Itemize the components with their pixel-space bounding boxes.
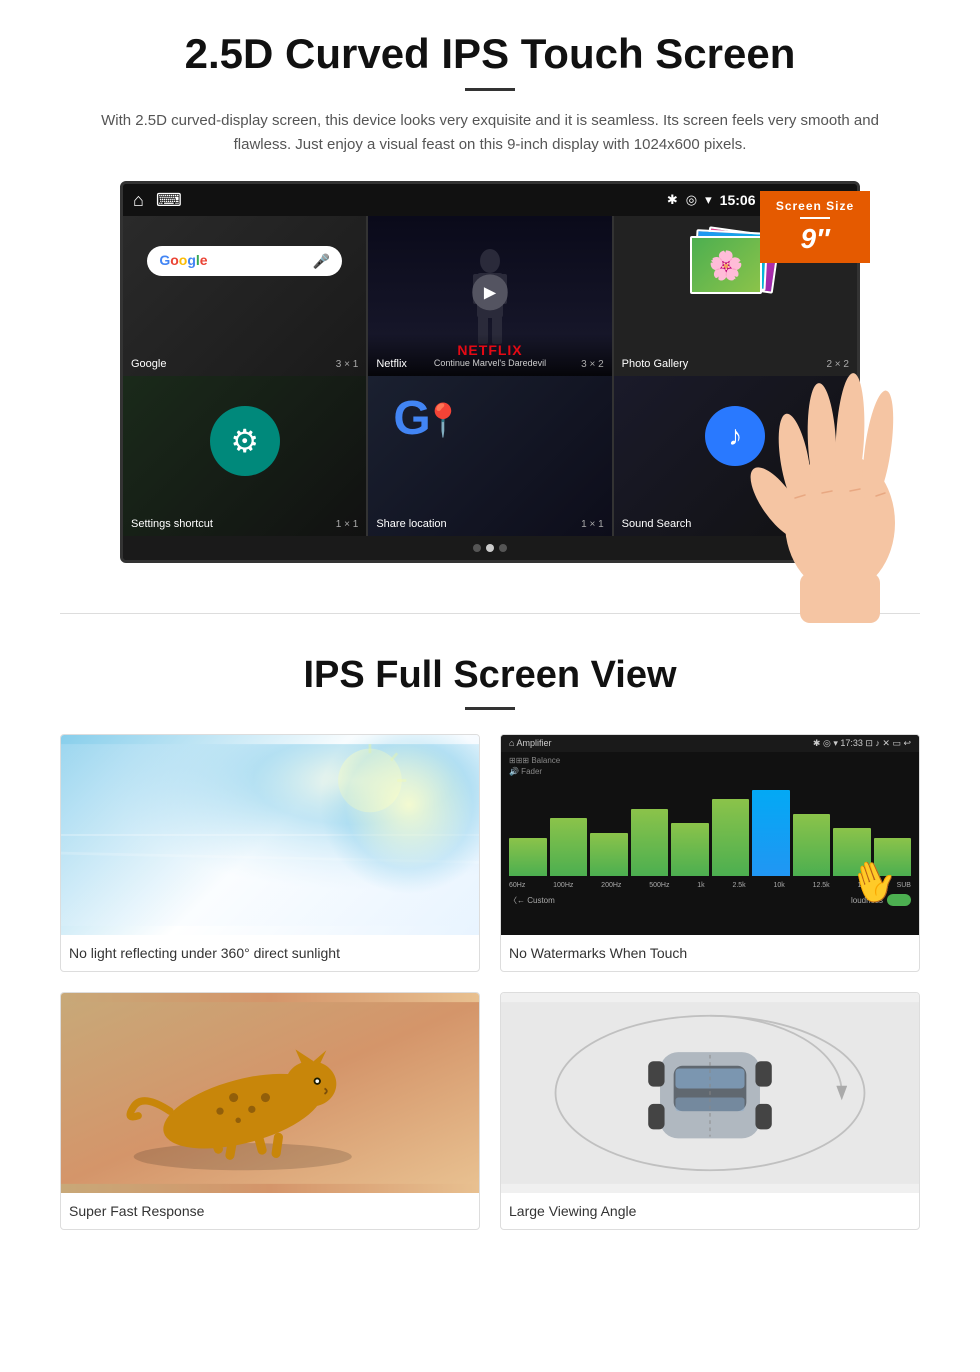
section-ips: IPS Full Screen View [0,644,980,1250]
amp-labels: ⊞⊞⊞ Balance 🔊 Fader [509,756,560,776]
netflix-size: 3 × 2 [581,359,604,370]
google-label: Google [131,358,166,370]
flower-icon: 🌸 [692,238,760,292]
home-icon[interactable]: ⌂ [133,190,144,211]
badge-size: 9″ [770,223,860,255]
car-image [501,993,919,1193]
section-curved-screen: 2.5D Curved IPS Touch Screen With 2.5D c… [0,0,980,583]
dot-2[interactable] [486,544,494,552]
status-time: 15:06 [720,192,756,208]
share-size: 1 × 1 [581,519,604,530]
badge-label: Screen Size [770,199,860,213]
dot-3[interactable] [499,544,507,552]
google-content: Google 🎤 [123,216,366,276]
app-cell-netflix[interactable]: ▶ NETFLIX Continue Marvel's Daredevil Ne… [368,216,611,376]
hand-svg [740,323,940,623]
eq-bar-6 [712,799,750,876]
netflix-logo: NETFLIX [376,342,603,358]
car-svg [501,993,919,1193]
status-bar: ⌂ ⌨ ✱ ◎ ▾ 15:06 ⊡ ♪ ✕ ▭ ↩ [123,184,857,216]
location-icon: ◎ [686,192,697,208]
google-search-bar[interactable]: Google 🎤 [147,246,342,276]
eq-bar-7 [752,790,790,876]
eq-bar-8 [793,814,831,876]
amp-controls: ⊞⊞⊞ Balance 🔊 Fader [501,752,919,780]
sound-label: Sound Search [622,518,692,530]
app-cell-settings[interactable]: ⚙ Settings shortcut 1 × 1 [123,376,366,536]
screen-size-badge: Screen Size 9″ [760,191,870,263]
watermarks-label: No Watermarks When Touch [501,935,919,971]
eq-bar-4 [631,809,669,876]
app-cell-share[interactable]: G 📍 Share location 1 × 1 [368,376,611,536]
usb-icon: ⌨ [156,190,182,211]
status-left: ⌂ ⌨ [133,190,182,211]
eq-bar-3 [590,833,628,876]
maps-pin-icon: 📍 [423,401,463,439]
feature-watermarks: ⌂ Amplifier ✱ ◎ ▾ 17:33 ⊡ ♪ ✕ ▭ ↩ ⊞⊞⊞ Ba… [500,734,920,972]
title-underline [465,88,515,91]
google-logo: Google [159,252,207,270]
cheetah-image [61,993,479,1193]
settings-icon-circle: ⚙ [210,406,280,476]
gallery-label: Photo Gallery [622,358,689,370]
amp-time: ✱ ◎ ▾ 17:33 ⊡ ♪ ✕ ▭ ↩ [813,738,911,749]
gear-icon: ⚙ [230,422,259,460]
eq-bar-2 [550,818,588,876]
netflix-label: Netflix [376,358,407,370]
mic-icon: 🎤 [313,253,330,270]
section2-title: IPS Full Screen View [60,654,920,697]
play-button[interactable]: ▶ [472,274,508,310]
settings-size: 1 × 1 [336,519,359,530]
eq-bar-5 [671,823,709,876]
eq-bar-1 [509,838,547,876]
feature-viewing-angle: Large Viewing Angle [500,992,920,1230]
hand-overlay [740,323,940,603]
feature-fast: Super Fast Response [60,992,480,1230]
amplifier-image: ⌂ Amplifier ✱ ◎ ▾ 17:33 ⊡ ♪ ✕ ▭ ↩ ⊞⊞⊞ Ba… [501,735,919,935]
section1-title: 2.5D Curved IPS Touch Screen [60,30,920,78]
feature-sunlight: No light reflecting under 360° direct su… [60,734,480,972]
share-label: Share location [376,518,446,530]
gallery-card-3: 🌸 [690,236,762,294]
wifi-icon: ▾ [705,192,712,208]
dot-1[interactable] [473,544,481,552]
amp-home: ⌂ Amplifier [509,738,551,749]
sunlight-label: No light reflecting under 360° direct su… [61,935,479,971]
feature-grid: No light reflecting under 360° direct su… [60,734,920,1230]
section2-underline [465,707,515,710]
google-size: 3 × 1 [336,359,359,370]
sunlight-image [61,735,479,935]
settings-label: Settings shortcut [131,518,213,530]
device-wrapper: Screen Size 9″ ⌂ ⌨ ✱ ◎ ▾ 15:06 ⊡ ♪ ✕ [120,181,860,563]
viewing-angle-label: Large Viewing Angle [501,1193,919,1229]
fast-label: Super Fast Response [61,1193,479,1229]
amp-status-bar: ⌂ Amplifier ✱ ◎ ▾ 17:33 ⊡ ♪ ✕ ▭ ↩ [501,735,919,752]
section1-description: With 2.5D curved-display screen, this de… [80,109,900,157]
badge-divider [800,217,830,219]
bluetooth-icon: ✱ [667,192,678,208]
app-cell-google[interactable]: Google 🎤 Google 3 × 1 [123,216,366,376]
cheetah-svg [61,993,479,1193]
netflix-subtitle: Continue Marvel's Daredevil [376,358,603,368]
